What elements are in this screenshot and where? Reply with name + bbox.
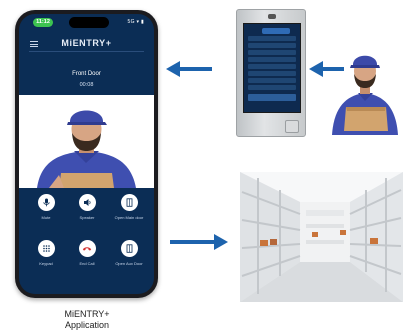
keypad-icon <box>42 245 50 252</box>
phone-mockup: 11:12 5G ▾ ▮ MiENTRY+ Front Door 00:08 M… <box>15 10 158 298</box>
caption-line-2: Application <box>64 320 110 330</box>
intercom-panel <box>236 9 306 137</box>
mute-button[interactable]: Mute <box>25 194 67 220</box>
arrow-right-head-icon <box>214 234 228 250</box>
microphone-icon <box>42 198 50 207</box>
end-call-label: End Call <box>79 261 95 266</box>
door-title: Front Door <box>72 71 101 77</box>
brand-divider <box>29 51 144 52</box>
video-feed <box>19 95 154 188</box>
dynamic-island <box>69 17 109 28</box>
visitor-person-icon <box>332 55 398 135</box>
intercom-display <box>243 23 301 113</box>
illustration: 11:12 5G ▾ ▮ MiENTRY+ Front Door 00:08 M… <box>0 0 404 334</box>
arrow-left-head-icon <box>309 61 323 77</box>
storage-room-image <box>240 172 403 302</box>
arrow-left-head-icon <box>166 61 180 77</box>
arrow-right <box>170 240 216 244</box>
arrow-left-2 <box>320 67 344 71</box>
app-caption: MiENTRY+ Application <box>44 309 130 331</box>
shelving-icon <box>240 172 403 302</box>
phone-screen: 11:12 5G ▾ ▮ MiENTRY+ Front Door 00:08 M… <box>19 14 154 294</box>
card-reader-icon <box>285 120 299 133</box>
arrow-left <box>176 67 212 71</box>
caption-line-1: MiENTRY+ <box>64 309 110 319</box>
open-main-door-label: Open Main door <box>114 215 144 220</box>
door-icon <box>126 244 132 253</box>
call-timer: 00:08 <box>79 82 94 88</box>
end-call-button[interactable]: End Call <box>66 240 108 266</box>
door-icon <box>126 198 132 207</box>
phone-hangup-icon <box>82 247 92 251</box>
status-bar: 11:12 5G ▾ ▮ <box>19 14 154 30</box>
camera-icon <box>268 14 276 19</box>
app-brand: MiENTRY+ <box>61 38 112 48</box>
visitor-person-icon <box>19 95 154 188</box>
speaker-icon <box>83 199 91 206</box>
status-indicators: 5G ▾ ▮ <box>127 19 144 25</box>
open-main-door-button[interactable]: Open Main door <box>108 194 150 220</box>
status-time: 11:12 <box>33 18 53 27</box>
keypad-label: Keypad <box>39 261 53 266</box>
mute-label: Mute <box>41 215 51 220</box>
keypad-button[interactable]: Keypad <box>25 240 67 266</box>
open-aux-door-button[interactable]: Open Aux Door <box>108 240 150 266</box>
open-aux-door-label: Open Aux Door <box>115 261 143 266</box>
speaker-label: Speaker <box>79 215 95 220</box>
speaker-button[interactable]: Speaker <box>66 194 108 220</box>
